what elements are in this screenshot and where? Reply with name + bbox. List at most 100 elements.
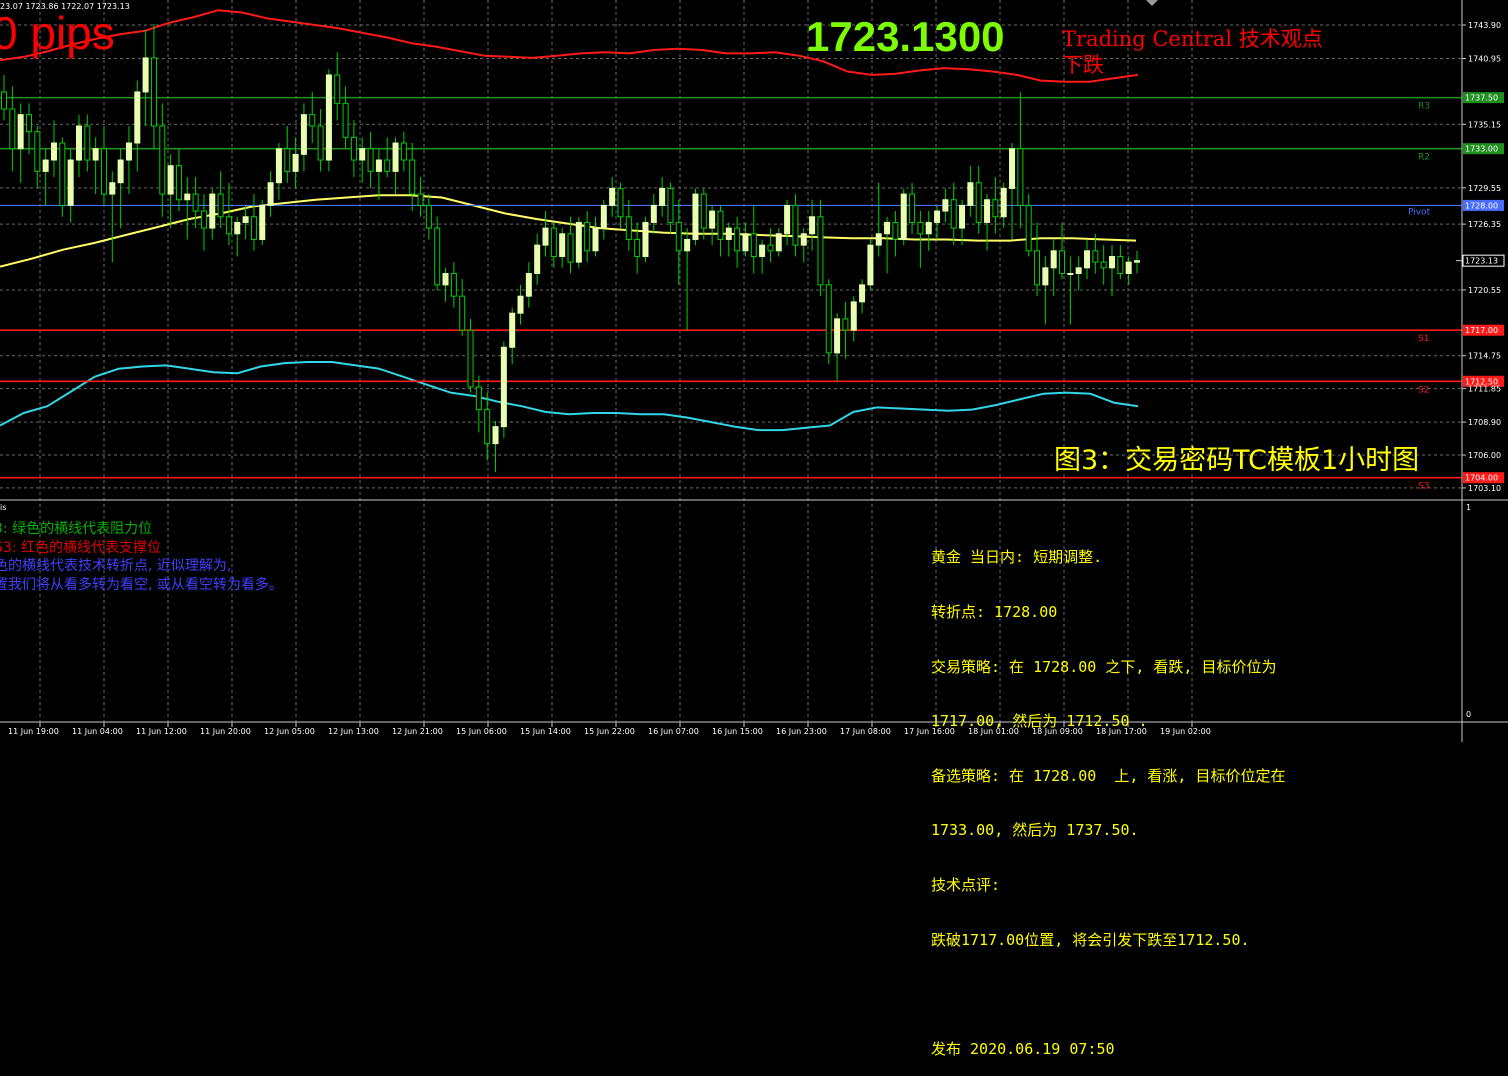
candle-bull: [642, 221, 649, 257]
candle-bull: [684, 238, 691, 252]
x-tick-label: 12 Jun 05:00: [264, 727, 315, 736]
analysis-line: [931, 985, 1286, 1003]
candle-bear: [450, 272, 457, 297]
level-price-label: 1717.00: [1465, 326, 1498, 335]
candle-bull: [125, 142, 132, 161]
candle-bull: [509, 312, 516, 348]
candle-bull: [167, 165, 174, 195]
candle-bull: [525, 272, 532, 297]
level-name-s2: S2: [1418, 385, 1429, 395]
y-tick-label: 1735.15: [1468, 120, 1501, 129]
candle-bull: [275, 148, 282, 184]
candle-bull: [967, 182, 974, 206]
y-tick-label: 1714.75: [1468, 352, 1501, 361]
candle-bear: [217, 193, 224, 218]
candle-bear: [384, 159, 391, 172]
candle-bull: [234, 221, 241, 235]
legend-notes: 3: 绿色的横线代表阻力位 S3: 红色的横线代表支撑位 色的横线代表技术转折点…: [0, 520, 283, 594]
candle-bull: [117, 159, 124, 184]
legend-line-resistance: 3: 绿色的横线代表阻力位: [0, 521, 153, 537]
candle-bear: [1092, 250, 1099, 263]
x-tick-label: 11 Jun 04:00: [72, 727, 123, 736]
candle-bull: [442, 272, 449, 286]
candle-bear: [792, 204, 799, 246]
candle-bull: [959, 204, 966, 229]
analysis-text: 黄金 当日内: 短期调整. 转折点: 1728.00 交易策略: 在 1728.…: [931, 512, 1286, 1076]
candle-bear: [284, 148, 291, 172]
candle-bull: [775, 233, 782, 252]
legend-line-pivot-note: 置我们将从看多转为看空, 或从看空转为看多。: [0, 576, 283, 593]
y-tick-label: 1729.55: [1468, 184, 1501, 193]
candle-bull: [834, 318, 841, 354]
candle-bear: [550, 227, 557, 257]
candle-bull: [1050, 250, 1057, 269]
candle-bear: [1100, 261, 1107, 269]
candle-bear: [625, 216, 632, 240]
candle-bear: [475, 386, 482, 411]
y-tick-label: 1726.35: [1468, 220, 1501, 229]
candle-bull: [984, 199, 991, 223]
x-tick-label: 15 Jun 22:00: [584, 727, 635, 736]
y-tick-label: 1706.00: [1468, 451, 1501, 460]
candle-bull: [184, 193, 191, 201]
candle-bear: [917, 221, 924, 235]
analysis-line: 转折点: 1728.00: [931, 603, 1058, 622]
candle-bull: [67, 159, 74, 206]
candle-bull: [242, 216, 249, 223]
level-price-label: 1704.00: [1465, 474, 1498, 483]
candle-bear: [1, 91, 7, 110]
candle-bear: [334, 74, 341, 104]
x-tick-label: 12 Jun 21:00: [392, 727, 443, 736]
current-price-display: 1723.1300: [806, 13, 1005, 60]
candle-bear: [100, 148, 107, 195]
pips-label: 0 pips: [0, 7, 115, 59]
candle-bull: [267, 182, 274, 206]
candle-bear: [567, 233, 574, 263]
candle-bear: [434, 227, 441, 286]
candle-bull: [859, 284, 866, 303]
candle-bull: [650, 204, 657, 223]
candle-bear: [200, 210, 207, 229]
candle-bull: [50, 142, 57, 161]
candle-bear: [317, 125, 324, 161]
x-tick-label: 11 Jun 20:00: [200, 727, 251, 736]
candle-bear: [975, 182, 982, 223]
indicator-label: is: [0, 503, 7, 512]
candle-bull: [559, 233, 566, 257]
candle-bull: [1000, 187, 1007, 218]
candle-bear: [59, 142, 66, 206]
candle-bull: [392, 142, 399, 172]
trading-central-view: Trading Central 技术观点 下跌: [1062, 27, 1323, 78]
y-tick-label: 1708.90: [1468, 418, 1501, 427]
candle-bear: [909, 193, 916, 223]
candle-bear: [417, 193, 424, 206]
candle-bear: [584, 221, 591, 252]
candle-bear: [1059, 250, 1066, 274]
candle-bull: [600, 204, 607, 229]
candle-bull: [1134, 260, 1140, 263]
candle-bull: [534, 244, 541, 274]
candle-bear: [1117, 255, 1124, 274]
candle-bull: [867, 244, 874, 286]
x-tick-label: 15 Jun 14:00: [520, 727, 571, 736]
candle-bull: [925, 221, 932, 235]
candle-bull: [292, 153, 299, 172]
candle-bear: [667, 187, 674, 223]
candle-bull: [375, 159, 382, 172]
candle-bull: [325, 74, 332, 161]
candle-bull: [75, 125, 82, 161]
candle-bear: [734, 227, 741, 252]
analysis-line: 备选策略: 在 1728.00 上, 看涨, 目标价位定在: [931, 766, 1286, 785]
candle-bull: [134, 91, 141, 144]
candle-bull: [692, 193, 699, 240]
x-tick-label: 15 Jun 06:00: [456, 727, 507, 736]
x-tick-label: 16 Jun 23:00: [776, 727, 827, 736]
y-tick-label: 1720.55: [1468, 286, 1501, 295]
candle-bear: [634, 238, 641, 257]
level-name-pivot: Pivot: [1408, 207, 1431, 217]
level-name-s1: S1: [1418, 334, 1429, 344]
candle-bear: [700, 193, 707, 229]
y-tick-label: 1740.95: [1468, 54, 1501, 63]
y-tick-label: 1743.90: [1468, 21, 1501, 30]
candle-bull: [1109, 255, 1116, 269]
